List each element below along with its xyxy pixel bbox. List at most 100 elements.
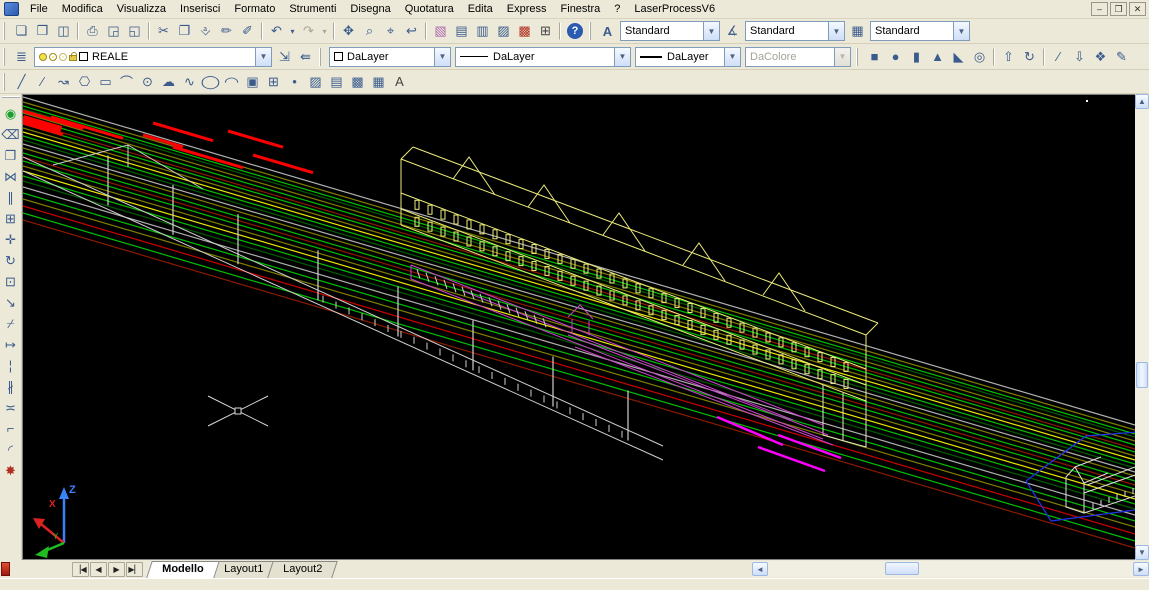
point-icon[interactable]: •: [284, 71, 305, 92]
app-icon[interactable]: [4, 2, 19, 16]
wedge-icon[interactable]: ◣: [948, 46, 969, 67]
toolbar-grip[interactable]: [589, 22, 594, 40]
toolbar-grip[interactable]: [2, 96, 20, 101]
designcenter-icon[interactable]: ▧: [430, 21, 451, 42]
extend-icon[interactable]: ↦: [0, 334, 21, 355]
save-icon[interactable]: ◫: [53, 21, 74, 42]
scale-icon[interactable]: ⊡: [0, 271, 21, 292]
dbconnect-icon[interactable]: ▩: [514, 21, 535, 42]
menu-formato[interactable]: Formato: [227, 1, 282, 17]
hatch-icon[interactable]: ▨: [305, 71, 326, 92]
3d-mirror-icon[interactable]: ❖: [1090, 46, 1111, 67]
gradient-icon[interactable]: ▤: [326, 71, 347, 92]
chevron-down-icon[interactable]: ▼: [434, 48, 450, 66]
undo-icon[interactable]: ↶: [266, 21, 287, 42]
cut-icon[interactable]: ✂: [153, 21, 174, 42]
line-icon[interactable]: ╱: [11, 71, 32, 92]
layer-manager-icon[interactable]: ≣: [11, 46, 32, 67]
make-layer-current-icon[interactable]: ⇲: [274, 46, 295, 67]
copy-object-icon[interactable]: ❐: [0, 145, 21, 166]
layer-freeze-icon[interactable]: [49, 53, 57, 61]
tab-layout2[interactable]: Layout2: [267, 561, 338, 578]
chevron-down-icon[interactable]: ▼: [953, 22, 969, 40]
menu-laserprocess[interactable]: LaserProcessV6: [627, 1, 722, 17]
restore-button[interactable]: ❐: [1110, 2, 1127, 16]
cone-icon[interactable]: ▲: [927, 46, 948, 67]
chevron-down-icon[interactable]: ▼: [724, 48, 740, 66]
chevron-down-icon[interactable]: ▼: [614, 48, 630, 66]
chamfer-icon[interactable]: ⌐: [0, 418, 21, 439]
close-button[interactable]: ✕: [1129, 2, 1146, 16]
menu-modifica[interactable]: Modifica: [55, 1, 110, 17]
scroll-right-icon[interactable]: ►: [1133, 562, 1149, 576]
render-icon[interactable]: ◉: [0, 103, 21, 124]
offset-icon[interactable]: ∥: [0, 187, 21, 208]
zoom-realtime-icon[interactable]: ⌕: [359, 21, 380, 42]
layer-color-swatch[interactable]: [79, 52, 88, 61]
mirror-icon[interactable]: ⋈: [0, 166, 21, 187]
menu-finestra[interactable]: Finestra: [554, 1, 608, 17]
quickcalc-icon[interactable]: ⊞: [535, 21, 556, 42]
menu-file[interactable]: File: [23, 1, 55, 17]
vertical-scroll-thumb[interactable]: [1136, 362, 1148, 388]
polyline-icon[interactable]: ↝: [53, 71, 74, 92]
sphere-icon[interactable]: ●: [885, 46, 906, 67]
copy-icon[interactable]: ❐: [174, 21, 195, 42]
horizontal-scrollbar[interactable]: ◄ ►: [752, 561, 1149, 577]
toolbar-grip[interactable]: [319, 48, 324, 66]
color-combo[interactable]: DaLayer ▼: [329, 47, 451, 67]
3d-align-icon[interactable]: ⇩: [1069, 46, 1090, 67]
dim-style-icon[interactable]: ∡: [722, 21, 743, 42]
scroll-down-icon[interactable]: ▼: [1135, 545, 1149, 560]
fillet-icon[interactable]: ◜: [0, 439, 21, 460]
zoom-window-icon[interactable]: ⌖: [380, 21, 401, 42]
table-icon[interactable]: ▦: [368, 71, 389, 92]
tab-next-button[interactable]: ▶: [108, 562, 125, 577]
new-file-icon[interactable]: ❏: [11, 21, 32, 42]
make-block-icon[interactable]: ⊞: [263, 71, 284, 92]
print-preview-icon[interactable]: ◲: [103, 21, 124, 42]
scroll-left-icon[interactable]: ◄: [752, 562, 768, 576]
toolbar-grip[interactable]: [3, 48, 8, 66]
array-icon[interactable]: ⊞: [0, 208, 21, 229]
redo-icon[interactable]: ↷: [298, 21, 319, 42]
toolbar-grip[interactable]: [856, 48, 861, 66]
region-icon[interactable]: ▩: [347, 71, 368, 92]
menu-quotatura[interactable]: Quotatura: [398, 1, 461, 17]
toolbar-grip[interactable]: [3, 22, 8, 40]
publish-icon[interactable]: ◱: [124, 21, 145, 42]
undo-dropdown-icon[interactable]: ▾: [287, 21, 298, 42]
chevron-down-icon[interactable]: ▼: [255, 48, 271, 66]
layer-vpfreeze-icon[interactable]: [59, 53, 67, 61]
lineweight-combo[interactable]: DaLayer ▼: [635, 47, 741, 67]
revolve-icon[interactable]: ↻: [1019, 46, 1040, 67]
chevron-down-icon[interactable]: ▼: [828, 22, 844, 40]
table-style-combo[interactable]: Standard ▼: [870, 21, 970, 41]
vertical-scroll-track[interactable]: [1135, 109, 1149, 545]
print-icon[interactable]: ⎙: [82, 21, 103, 42]
tab-modello[interactable]: Modello: [146, 561, 219, 578]
cylinder-icon[interactable]: ▮: [906, 46, 927, 67]
rotate-icon[interactable]: ↻: [0, 250, 21, 271]
text-style-combo[interactable]: Standard ▼: [620, 21, 720, 41]
move-icon[interactable]: ✛: [0, 229, 21, 250]
menu-help[interactable]: ?: [607, 1, 627, 17]
join-icon[interactable]: ≍: [0, 397, 21, 418]
menu-express[interactable]: Express: [500, 1, 554, 17]
torus-icon[interactable]: ◎: [969, 46, 990, 67]
multiline-text-icon[interactable]: A: [389, 71, 410, 92]
dim-style-combo[interactable]: Standard ▼: [745, 21, 845, 41]
layer-combo[interactable]: REALE ▼: [34, 47, 272, 67]
chevron-down-icon[interactable]: ▼: [703, 22, 719, 40]
stretch-icon[interactable]: ↘: [0, 292, 21, 313]
explode-icon[interactable]: ✸: [0, 460, 21, 481]
circle-icon[interactable]: ⊙: [137, 71, 158, 92]
docked-toolbar-icon[interactable]: [1, 562, 10, 576]
break-icon[interactable]: ∦: [0, 376, 21, 397]
slice-icon[interactable]: ∕: [1048, 46, 1069, 67]
linetype-combo[interactable]: DaLayer ▼: [455, 47, 631, 67]
drawing-canvas[interactable]: Z X Y: [22, 94, 1135, 560]
menu-edita[interactable]: Edita: [461, 1, 500, 17]
solids-edit-icon[interactable]: ✎: [1111, 46, 1132, 67]
erase-icon[interactable]: ⌫: [0, 124, 21, 145]
